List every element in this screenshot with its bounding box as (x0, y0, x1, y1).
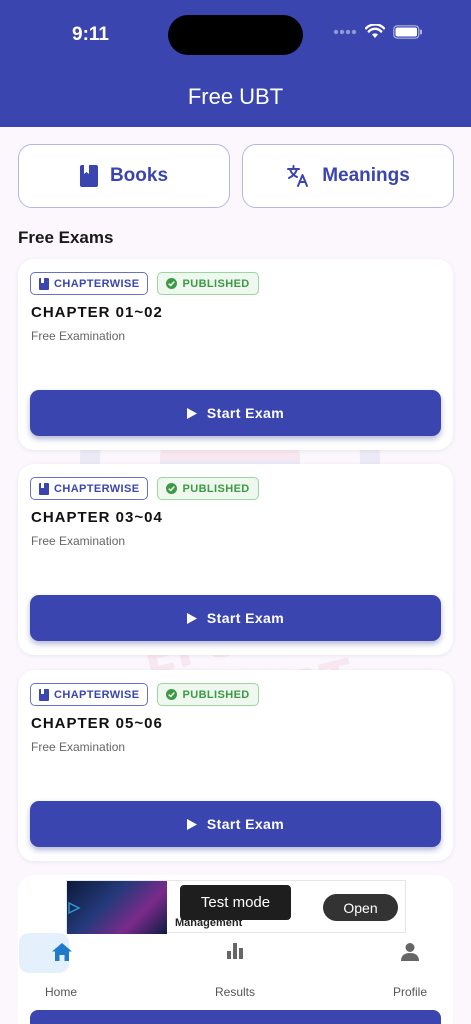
wifi-icon (365, 24, 385, 38)
status-label: PUBLISHED (182, 482, 250, 495)
tab-results[interactable]: Results (175, 935, 295, 1007)
page-title: Free UBT (187, 84, 284, 109)
status-badge: PUBLISHED (157, 272, 259, 295)
meanings-label: Meanings (322, 165, 410, 186)
play-icon (186, 818, 197, 830)
tab-profile[interactable]: Profile (350, 935, 470, 1007)
start-exam-button[interactable]: Start Exam (30, 390, 441, 436)
dynamic-island (168, 15, 303, 55)
section-title: Free Exams (18, 228, 114, 247)
check-circle-icon (166, 689, 178, 700)
exam-subtitle: Free Examination (31, 329, 126, 343)
play-icon (186, 612, 197, 624)
start-exam-button[interactable]: Start Exam (30, 595, 441, 641)
book-icon (39, 277, 49, 290)
ad-choices-icon[interactable] (67, 901, 81, 915)
play-icon (186, 407, 197, 419)
person-icon (401, 943, 419, 961)
start-exam-label: Start Exam (206, 816, 285, 832)
category-badge: CHAPTERWISE (30, 683, 149, 706)
exam-title: CHAPTER 03~04 (31, 509, 163, 526)
start-exam-button[interactable]: Start Exam (30, 801, 441, 847)
check-circle-icon (166, 483, 178, 494)
start-exam-label: Start Exam (206, 405, 285, 421)
tab-label-home: Home (44, 985, 77, 999)
app-header: 9:11 Free UBT (0, 0, 471, 127)
book-icon (39, 482, 49, 495)
translate-icon (287, 165, 309, 187)
exam-title: CHAPTER 01~02 (31, 304, 163, 321)
signal-icon (333, 29, 357, 34)
category-label: CHAPTERWISE (54, 688, 140, 701)
battery-icon (393, 24, 422, 39)
start-exam-label: Start Exam (206, 610, 285, 626)
category-badge: CHAPTERWISE (30, 272, 149, 295)
bar-chart-icon (227, 943, 243, 959)
tab-label-results: Results (214, 985, 255, 999)
exam-subtitle: Free Examination (31, 534, 126, 548)
home-icon (52, 943, 72, 961)
exam-card: CHAPTERWISE PUBLISHED CHAPTER 01~02 Free… (18, 259, 453, 450)
status-label: PUBLISHED (182, 277, 250, 290)
exam-title: CHAPTER 05~06 (31, 715, 163, 732)
category-badge: CHAPTERWISE (30, 477, 149, 500)
status-icons (333, 24, 423, 39)
partial-start-button (30, 1010, 441, 1024)
book-icon (39, 688, 49, 701)
books-label: Books (109, 165, 169, 186)
category-label: CHAPTERWISE (54, 482, 140, 495)
tab-home[interactable]: Home (1, 933, 121, 1007)
status-label: PUBLISHED (182, 688, 250, 701)
books-button[interactable]: Books (18, 144, 230, 208)
check-circle-icon (166, 278, 178, 289)
status-badge: PUBLISHED (157, 683, 259, 706)
category-label: CHAPTERWISE (54, 277, 140, 290)
tab-label-profile: Profile (392, 985, 427, 999)
ad-image (67, 881, 167, 934)
test-mode-label: Test mode (180, 885, 291, 920)
book-icon (79, 165, 98, 187)
status-time: 9:11 (72, 24, 109, 45)
exam-card: CHAPTERWISE PUBLISHED CHAPTER 05~06 Free… (18, 670, 453, 861)
meanings-button[interactable]: Meanings (242, 144, 454, 208)
bottom-tab-bar: Home Results Profile (18, 933, 453, 1007)
exam-card: CHAPTERWISE PUBLISHED CHAPTER 03~04 Free… (18, 464, 453, 655)
status-badge: PUBLISHED (157, 477, 259, 500)
ad-open-button[interactable]: Open (323, 894, 398, 921)
exam-subtitle: Free Examination (31, 740, 126, 754)
